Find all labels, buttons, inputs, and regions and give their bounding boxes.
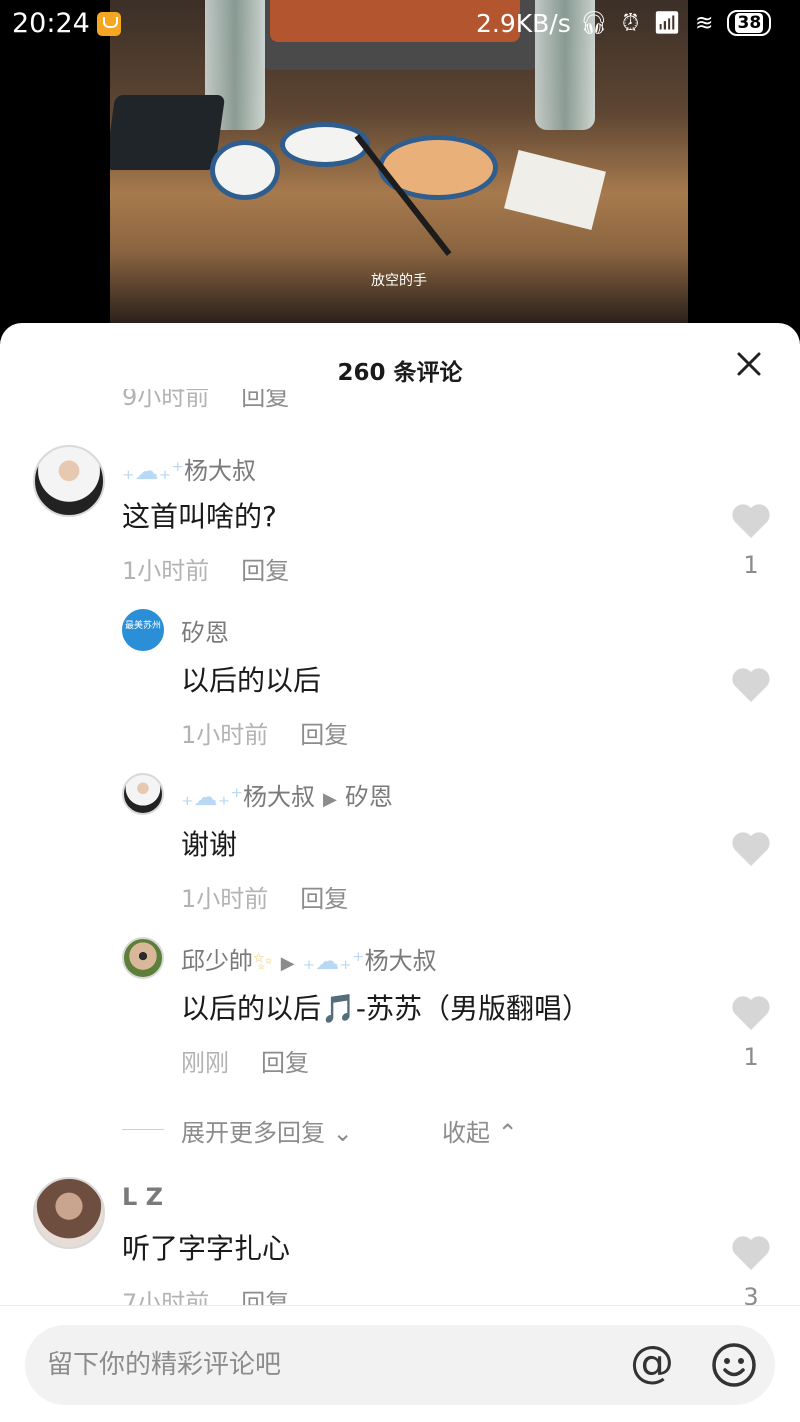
comment-username[interactable]: 矽恩 <box>181 613 229 648</box>
like-heart-icon[interactable] <box>731 503 771 539</box>
avatar[interactable]: 最美苏州 <box>122 609 164 651</box>
reply-arrow-icon: ▶ <box>280 953 295 974</box>
comment-meta: 1小时前 回复 <box>181 721 349 749</box>
like-heart-icon[interactable] <box>731 667 771 703</box>
signal-icon: 📶︎ <box>653 10 682 36</box>
reply-arrow-icon: ▶ <box>323 789 337 810</box>
comment-text: 以后的以后🎵-苏苏（男版翻唱） <box>181 992 590 1025</box>
like-heart-icon[interactable] <box>731 1235 771 1271</box>
comments-count-title: 260 条评论 <box>337 360 463 386</box>
like-count: 1 <box>743 551 759 579</box>
mention-at-icon[interactable]: @ <box>630 1341 674 1385</box>
chevron-up-icon: ⌃ <box>490 1119 518 1147</box>
comments-sheet: 260 条评论 9小时前 回复 ₊☁₊⁺杨大叔 这首叫啥的? 1小时前 回复 1 最… <box>0 323 800 1422</box>
comments-list[interactable]: 9小时前 回复 ₊☁₊⁺杨大叔 这首叫啥的? 1小时前 回复 1 最美苏州 矽恩 以… <box>0 389 800 1309</box>
cloud-icon: ₊☁₊⁺ <box>122 457 185 485</box>
sparkle-icon: ✨︎ <box>253 947 273 975</box>
like-heart-icon[interactable] <box>731 831 771 867</box>
reply-button[interactable]: 回复 <box>241 557 289 585</box>
comment-meta: 1小时前 回复 <box>181 885 349 913</box>
status-bar: 20:24 2.9KB/s 🎧︎ ⏰︎ 📶︎ ≋ 38 <box>0 0 800 52</box>
expand-more-replies[interactable]: 展开更多回复 ⌄ <box>181 1113 353 1148</box>
emoji-icon[interactable] <box>711 1342 757 1388</box>
cloud-icon: ₊☁₊⁺ <box>302 947 365 975</box>
divider <box>122 1129 164 1130</box>
comment-username[interactable]: L Z <box>122 1183 163 1211</box>
like-count: 1 <box>743 1043 759 1071</box>
comment-username[interactable]: 邱少帥✨︎ ▶ ₊☁₊⁺杨大叔 <box>181 941 437 976</box>
status-time: 20:24 <box>12 8 90 39</box>
comment-input-bar: @ <box>0 1305 800 1422</box>
clipped-comment-meta: 9小时前 回复 <box>122 389 290 411</box>
avatar[interactable] <box>33 1177 105 1249</box>
network-speed: 2.9KB/s <box>476 9 571 38</box>
avatar[interactable] <box>122 937 164 979</box>
avatar[interactable] <box>33 445 105 517</box>
video-caption: 放空的手 <box>371 273 427 289</box>
collapse-replies[interactable]: 收起 ⌃ <box>442 1113 518 1148</box>
comment-text: 这首叫啥的? <box>122 500 277 533</box>
chevron-down-icon: ⌄ <box>325 1119 353 1147</box>
comment-username[interactable]: ₊☁₊⁺杨大叔 <box>122 451 256 486</box>
comment-text: 听了字字扎心 <box>122 1232 291 1265</box>
battery-icon: 38 <box>727 10 772 36</box>
app-notification-icon <box>97 12 121 36</box>
headphones-icon: 🎧︎ <box>580 10 608 36</box>
comment-text: 以后的以后 <box>181 664 322 697</box>
like-heart-icon[interactable] <box>731 995 771 1031</box>
comment-text: 谢谢 <box>181 828 238 861</box>
comment-meta: 1小时前 回复 <box>122 557 290 585</box>
wifi-icon: ≋ <box>695 10 714 36</box>
status-icons: 🎧︎ ⏰︎ 📶︎ ≋ 38 <box>580 10 772 36</box>
avatar[interactable] <box>122 773 164 815</box>
close-icon[interactable] <box>736 351 762 377</box>
comment-meta: 刚刚 回复 <box>181 1049 309 1077</box>
alarm-icon: ⏰︎ <box>621 10 640 36</box>
reply-button[interactable]: 回复 <box>261 1049 309 1077</box>
reply-button[interactable]: 回复 <box>300 885 348 913</box>
comment-username[interactable]: ₊☁₊⁺杨大叔 ▶ 矽恩 <box>181 777 393 812</box>
cloud-icon: ₊☁₊⁺ <box>181 783 244 811</box>
reply-button[interactable]: 回复 <box>300 721 348 749</box>
